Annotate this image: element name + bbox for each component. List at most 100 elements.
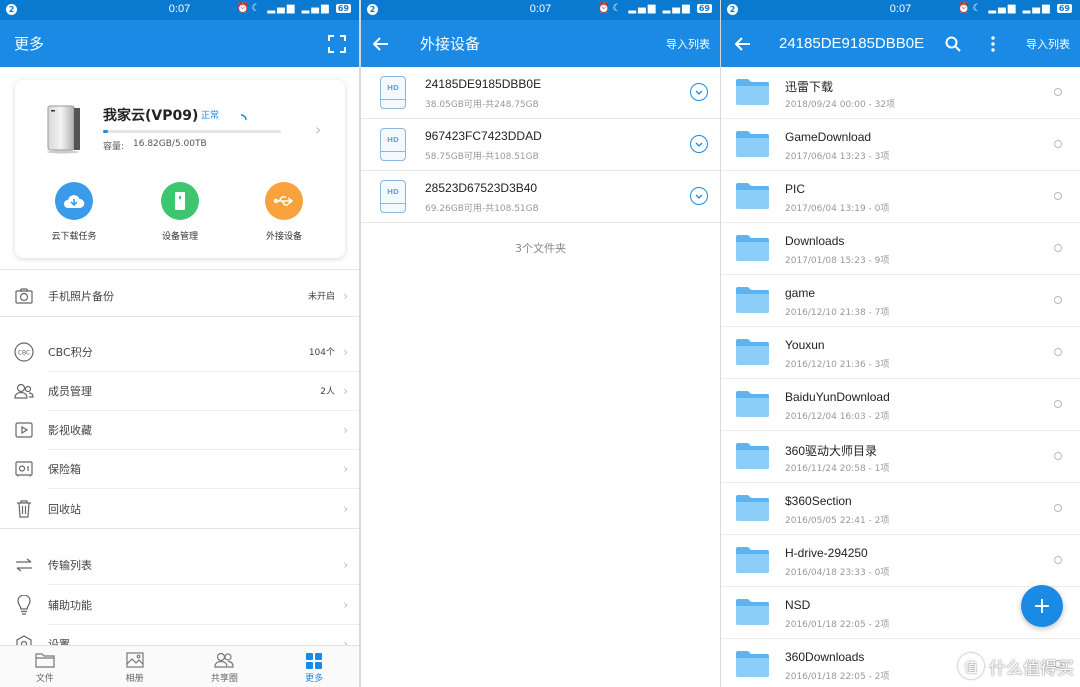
folder-row[interactable]: PIC 2017/06/04 13:19 - 0项 — [721, 171, 1080, 223]
nav-tab-album[interactable]: 相册 — [90, 646, 180, 687]
menu-item-safe[interactable]: 保险箱 › — [0, 449, 359, 488]
menu-value: 104个 — [308, 348, 335, 358]
status-bar: 2 0:07 ⏰☾ ▂▄▆ ▂▄▆ 69 — [361, 0, 720, 20]
chevron-right-icon: › — [343, 422, 348, 437]
feature-label: 设备管理 — [161, 232, 198, 242]
drive-space: 69.26GB可用-共108.51GB — [425, 204, 539, 214]
folder-name: 迅雷下载 — [785, 80, 834, 94]
drive-row[interactable]: HD 967423FC7423DDAD 58.75GB可用-共108.51GB — [361, 119, 720, 171]
chevron-right-icon: › — [343, 597, 348, 612]
folder-meta: 2016/04/18 23:33 - 0项 — [785, 568, 890, 578]
menu-label: 成员管理 — [48, 384, 92, 398]
folder-row[interactable]: $360Section 2016/05/05 22:41 - 2项 — [721, 483, 1080, 535]
feature-cloud-download[interactable]: 云下载任务 — [34, 182, 114, 242]
scan-icon[interactable] — [325, 32, 349, 56]
drive-space: 38.05GB可用-共248.75GB — [425, 100, 539, 110]
folder-meta: 2016/01/18 22:05 - 2项 — [785, 672, 890, 682]
folder-row[interactable]: GameDownload 2017/06/04 13:23 - 3项 — [721, 119, 1080, 171]
feature-label: 云下载任务 — [51, 232, 97, 242]
site-watermark: 值 什么值得买 — [958, 653, 1074, 679]
share-circle-icon — [180, 652, 270, 670]
app-bar: 更多 — [0, 20, 359, 67]
select-radio[interactable] — [1054, 556, 1062, 564]
drive-contents-screen: 2 0:07 ⏰☾ ▂▄▆ ▂▄▆ 69 24185DE9185DBB0E 导入… — [721, 0, 1080, 687]
more-vert-icon[interactable] — [981, 32, 1005, 56]
folder-meta: 2017/06/04 13:23 - 3项 — [785, 152, 890, 162]
app-bar: 24185DE9185DBB0E 导入列表 — [721, 20, 1080, 67]
folder-row[interactable]: 360驱动大师目录 2016/11/24 20:58 - 1项 — [721, 431, 1080, 483]
capacity-value: 16.82GB/5.00TB — [133, 139, 207, 149]
folder-name: $360Section — [785, 494, 852, 508]
select-radio[interactable] — [1054, 296, 1062, 304]
folder-row[interactable]: H-drive-294250 2016/04/18 23:33 - 0项 — [721, 535, 1080, 587]
back-arrow-icon[interactable] — [731, 32, 755, 56]
feature-external-device[interactable]: 外接设备 — [244, 182, 324, 242]
divider — [0, 316, 359, 317]
chevron-right-icon: › — [343, 344, 348, 359]
add-button[interactable]: + — [1021, 585, 1063, 627]
feature-device-manage[interactable]: 设备管理 — [140, 182, 220, 242]
nav-tab-share-circle[interactable]: 共享圈 — [180, 646, 270, 687]
menu-item-transfers[interactable]: 传输列表 › — [0, 545, 359, 584]
select-radio[interactable] — [1054, 400, 1062, 408]
device-status: 正常 — [201, 111, 220, 121]
drive-row[interactable]: HD 28523D67523D3B40 69.26GB可用-共108.51GB — [361, 171, 720, 223]
menu-item-accessibility[interactable]: 辅助功能 › — [0, 585, 359, 624]
status-icons: ⏰☾ ▂▄▆ ▂▄▆ 69 — [236, 3, 351, 14]
hd-label: HD — [387, 84, 399, 92]
select-radio[interactable] — [1054, 504, 1062, 512]
import-list-button[interactable]: 导入列表 — [1026, 36, 1070, 52]
folder-icon — [735, 650, 770, 677]
bulb-icon — [14, 594, 34, 615]
folder-name: H-drive-294250 — [785, 546, 868, 560]
select-radio[interactable] — [1054, 244, 1062, 252]
battery-icon: 69 — [335, 4, 351, 13]
folder-icon — [0, 652, 90, 670]
menu-item-members[interactable]: 成员管理 2人 › — [0, 371, 359, 410]
folder-icon — [735, 286, 770, 313]
select-radio[interactable] — [1054, 192, 1062, 200]
import-list-button[interactable]: 导入列表 — [666, 36, 710, 52]
menu-item-photo-backup[interactable]: 手机照片备份 未开启 › — [0, 276, 359, 315]
device-icon — [161, 182, 199, 220]
select-radio[interactable] — [1054, 88, 1062, 96]
chevron-down-icon[interactable] — [690, 135, 708, 153]
search-icon[interactable] — [941, 32, 965, 56]
nav-tab-files[interactable]: 文件 — [0, 646, 90, 687]
hd-label: HD — [387, 188, 399, 196]
capacity-label: 容量: — [103, 142, 125, 152]
menu-item-trash[interactable]: 回收站 › — [0, 489, 359, 528]
nav-tab-more[interactable]: 更多 — [269, 646, 359, 687]
folder-meta: 2017/06/04 13:19 - 0项 — [785, 204, 890, 214]
device-name: 我家云(VP09) — [103, 108, 199, 124]
menu-item-video[interactable]: 影视收藏 › — [0, 410, 359, 449]
chevron-right-icon: › — [343, 383, 348, 398]
menu-label: 回收站 — [48, 502, 81, 516]
select-radio[interactable] — [1054, 348, 1062, 356]
device-card[interactable]: 我家云(VP09) 正常 容量: 16.82GB/5.00TB › 云下载任务 … — [15, 80, 345, 258]
drive-row[interactable]: HD 24185DE9185DBB0E 38.05GB可用-共248.75GB — [361, 67, 720, 119]
battery-icon: 69 — [1056, 4, 1072, 13]
back-arrow-icon[interactable] — [369, 32, 393, 56]
folder-row[interactable]: BaiduYunDownload 2016/12/04 16:03 - 2项 — [721, 379, 1080, 431]
video-icon — [14, 420, 34, 440]
folder-row[interactable]: game 2016/12/10 21:38 - 7项 — [721, 275, 1080, 327]
status-icons: ⏰☾ ▂▄▆ ▂▄▆ 69 — [597, 3, 712, 14]
menu-label: 影视收藏 — [48, 423, 92, 437]
folder-icon — [735, 390, 770, 417]
folder-row[interactable]: Youxun 2016/12/10 21:36 - 3项 — [721, 327, 1080, 379]
folder-meta: 2016/12/10 21:36 - 3项 — [785, 360, 890, 370]
menu-value: 未开启 — [307, 292, 335, 302]
select-radio[interactable] — [1054, 140, 1062, 148]
chevron-right-icon: › — [343, 557, 348, 572]
hd-line — [381, 98, 405, 100]
folder-row[interactable]: 迅雷下载 2018/09/24 00:00 - 32项 — [721, 67, 1080, 119]
chevron-down-icon[interactable] — [690, 83, 708, 101]
select-radio[interactable] — [1054, 452, 1062, 460]
folder-icon — [735, 442, 770, 469]
folder-icon — [735, 234, 770, 261]
folder-row[interactable]: Downloads 2017/01/08 15:23 - 9项 — [721, 223, 1080, 275]
trash-icon — [14, 499, 34, 519]
chevron-down-icon[interactable] — [690, 187, 708, 205]
menu-item-cbc-points[interactable]: CBC CBC积分 104个 › — [0, 332, 359, 371]
